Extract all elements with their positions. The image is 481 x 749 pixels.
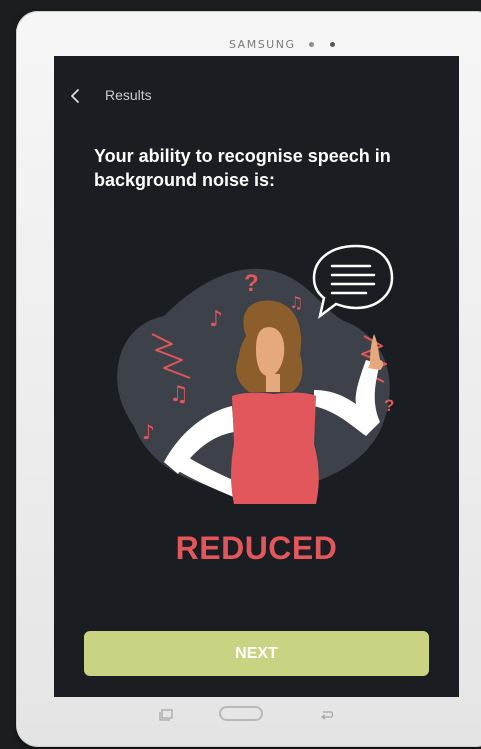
- woman-neck: [266, 374, 280, 392]
- results-headline: Your ability to recognise speech in back…: [94, 146, 391, 190]
- back-arrow-icon[interactable]: [319, 709, 335, 721]
- question-mark-icon: ?: [384, 396, 394, 415]
- speech-bubble-icon: [312, 244, 394, 320]
- page-title: Results: [105, 87, 152, 103]
- noise-illustration: ? ? ♪ ♫ ♫ ♪: [117, 244, 394, 504]
- result-level: REDUCED: [175, 530, 338, 566]
- recent-apps-icon[interactable]: [158, 709, 174, 721]
- music-note-icon: ♫: [289, 293, 303, 312]
- music-note-icon: ♪: [209, 307, 223, 332]
- sensor-dot: [309, 42, 314, 47]
- device-brand: SAMSUNG: [229, 38, 296, 51]
- top-bar: Results: [54, 84, 459, 108]
- next-button[interactable]: NEXT: [84, 631, 429, 676]
- camera-dot: [330, 42, 335, 47]
- back-button[interactable]: [66, 84, 88, 108]
- home-button[interactable]: [219, 706, 263, 721]
- question-mark-icon: ?: [244, 270, 259, 297]
- app-screen: Results Your ability to recognise speech…: [54, 56, 459, 697]
- woman-top: [231, 392, 319, 504]
- music-note-icon: ♪: [142, 420, 155, 444]
- music-note-icon: ♫: [169, 382, 189, 407]
- chevron-left-icon: [71, 89, 79, 103]
